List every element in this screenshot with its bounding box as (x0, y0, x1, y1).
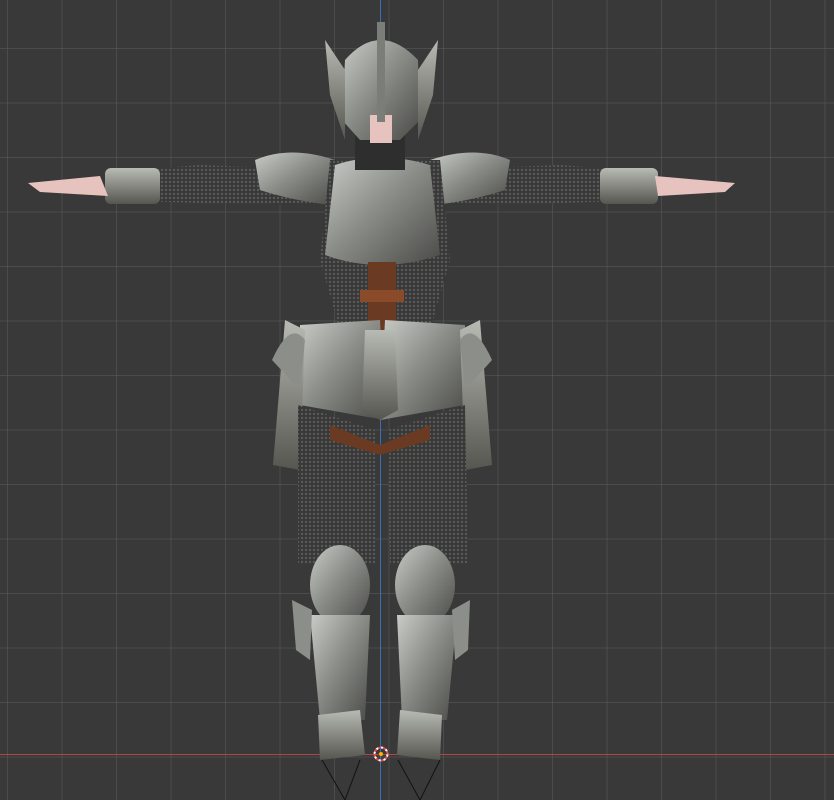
greaves (292, 600, 470, 760)
3d-viewport[interactable] (0, 0, 834, 800)
legs (298, 405, 468, 565)
helmet (325, 22, 438, 170)
origin-crosshair-icon[interactable] (373, 746, 389, 762)
armored-knight-model[interactable] (0, 0, 834, 800)
knee-guards (310, 545, 455, 625)
torso (320, 157, 450, 342)
armature-lines (321, 759, 441, 800)
